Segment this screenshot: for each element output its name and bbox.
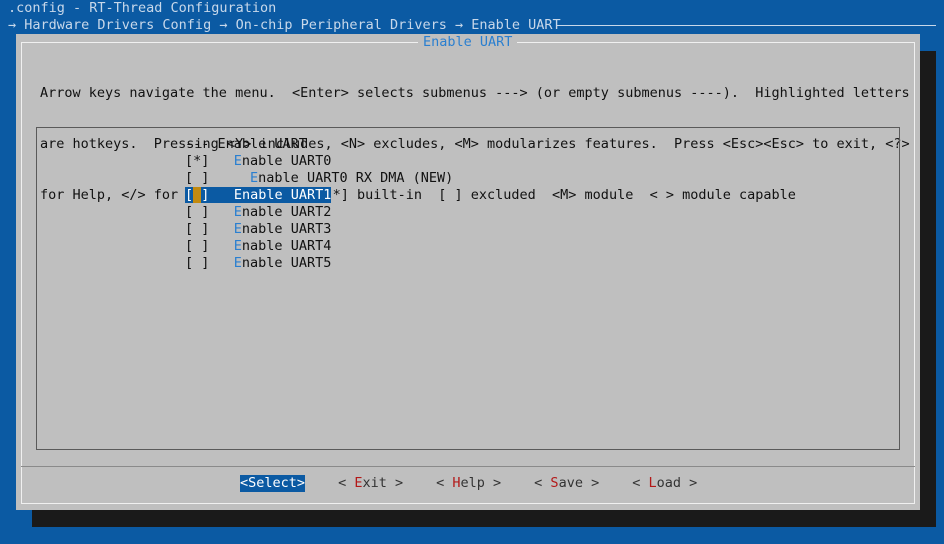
button-label: elp > bbox=[460, 475, 502, 491]
button-bracket: < bbox=[436, 475, 453, 491]
checkbox[interactable]: [ ] bbox=[185, 187, 209, 203]
exit-button[interactable]: < Exit > bbox=[338, 475, 403, 492]
menu-list: --- Enable UART [*] Enable UART0[ ] Enab… bbox=[185, 136, 453, 272]
button-label: xit > bbox=[362, 475, 404, 491]
menu-item-body: [ ] Enable UART0 RX DMA (NEW) bbox=[185, 170, 453, 186]
load-button[interactable]: < Load > bbox=[632, 475, 697, 492]
menu-item-label: nable UART2 bbox=[241, 204, 332, 220]
checkbox[interactable]: [ ] bbox=[185, 204, 209, 220]
button-bracket: < bbox=[534, 475, 551, 491]
button-bracket: < bbox=[632, 475, 649, 491]
checkbox[interactable]: [ ] bbox=[185, 238, 209, 254]
hotkey-letter: E bbox=[250, 170, 259, 186]
checkbox[interactable]: [ ] bbox=[185, 255, 209, 271]
button-label: ave > bbox=[558, 475, 600, 491]
help-button[interactable]: < Help > bbox=[436, 475, 501, 492]
hotkey-letter: E bbox=[233, 204, 242, 220]
button-label: oad > bbox=[656, 475, 698, 491]
menu-item-label: nable UART0 bbox=[241, 153, 332, 169]
menu-item-body: [ ] Enable UART4 bbox=[185, 238, 331, 254]
hotkey-letter: E bbox=[233, 238, 242, 254]
button-bracket: < bbox=[338, 475, 355, 491]
menu-item-label: nable UART0 RX DMA (NEW) bbox=[258, 170, 454, 186]
breadcrumb-rule bbox=[556, 25, 936, 26]
button-label: elect> bbox=[256, 475, 306, 491]
menu-item-uart-option[interactable]: [ ] Enable UART1 bbox=[185, 187, 453, 204]
menu-item-body: [ ] Enable UART3 bbox=[185, 221, 331, 237]
hotkey-letter: E bbox=[233, 153, 242, 169]
window-title: .config - RT-Thread Configuration bbox=[8, 0, 277, 16]
menu-item-label: nable UART3 bbox=[241, 221, 332, 237]
menu-item-label: nable UART1 bbox=[241, 187, 332, 203]
menuconfig-dialog: Enable UART Arrow keys navigate the menu… bbox=[16, 34, 920, 510]
menu-list-box: --- Enable UART [*] Enable UART0[ ] Enab… bbox=[36, 127, 900, 450]
menu-item-uart-option[interactable]: [*] Enable UART0 bbox=[185, 153, 453, 170]
dialog-title: Enable UART bbox=[418, 34, 518, 51]
breadcrumb: → Hardware Drivers Config → On-chip Peri… bbox=[8, 17, 561, 33]
button-bar: <Select> < Exit > < Help > < Save > < Load > bbox=[240, 475, 697, 492]
menu-header: --- Enable UART bbox=[185, 136, 307, 152]
menu-item-uart-option[interactable]: [ ] Enable UART2 bbox=[185, 204, 453, 221]
menu-item-body: [ ] Enable UART1 bbox=[185, 187, 332, 203]
checkbox[interactable]: [*] bbox=[185, 153, 209, 169]
save-button[interactable]: < Save > bbox=[534, 475, 599, 492]
button-divider bbox=[21, 466, 915, 467]
checkbox[interactable]: [ ] bbox=[185, 221, 209, 237]
menu-item-uart-option[interactable]: [ ] Enable UART3 bbox=[185, 221, 453, 238]
button-hotkey: S bbox=[550, 475, 559, 491]
dialog-shadow-bottom bbox=[32, 510, 936, 527]
hotkey-letter: E bbox=[233, 255, 242, 271]
button-hotkey: L bbox=[648, 475, 657, 491]
hotkey-letter: E bbox=[233, 221, 242, 237]
select-button[interactable]: <Select> bbox=[240, 475, 306, 492]
menu-item-uart-option[interactable]: [ ] Enable UART4 bbox=[185, 238, 453, 255]
dialog-shadow-right bbox=[920, 51, 936, 527]
button-bracket: < bbox=[240, 475, 249, 491]
menu-item-uart-option[interactable]: [ ] Enable UART5 bbox=[185, 255, 453, 272]
hotkey-letter: E bbox=[233, 187, 242, 203]
button-hotkey: H bbox=[452, 475, 461, 491]
menu-item-body: [*] Enable UART0 bbox=[185, 153, 331, 169]
help-line: Arrow keys navigate the menu. <Enter> se… bbox=[40, 85, 910, 101]
menu-item-label: nable UART4 bbox=[241, 238, 332, 254]
menu-item-uart-option[interactable]: [ ] Enable UART0 RX DMA (NEW) bbox=[185, 170, 453, 187]
menu-item-body: [ ] Enable UART5 bbox=[185, 255, 331, 271]
menu-item-label: nable UART5 bbox=[241, 255, 332, 271]
menu-item-body: [ ] Enable UART2 bbox=[185, 204, 331, 220]
checkbox[interactable]: [ ] bbox=[185, 170, 209, 186]
